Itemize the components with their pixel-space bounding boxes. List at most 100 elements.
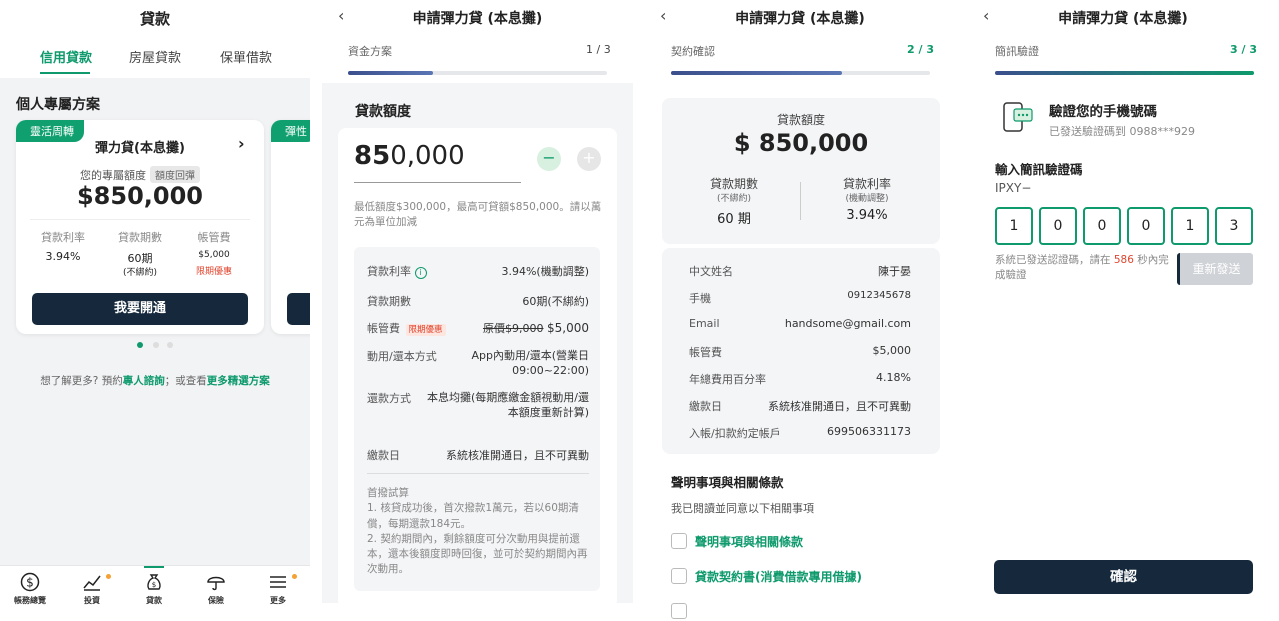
checkbox[interactable] xyxy=(671,603,687,619)
terms-link[interactable]: 聲明事項與相關條款 xyxy=(695,533,803,550)
product-name: 彈力貸(本息攤) xyxy=(95,141,185,156)
nav-loan[interactable]: $ 貸款 xyxy=(124,566,184,606)
info-label: Email xyxy=(689,317,720,330)
term-value: 60 期 xyxy=(717,212,751,227)
contract-checkbox[interactable] xyxy=(671,568,687,584)
progress-fill xyxy=(348,71,434,75)
step-label: 簡訊驗證 xyxy=(995,45,1039,58)
progress-bar xyxy=(995,71,1254,75)
menu-icon xyxy=(270,576,286,588)
step-counter: 2 / 3 xyxy=(907,43,934,56)
tab-credit-loan[interactable]: 信用貸款 xyxy=(40,47,92,66)
contract-link[interactable]: 貸款契約書(消費借款專用借據) xyxy=(695,568,862,585)
terms-checkbox[interactable] xyxy=(671,533,687,549)
carousel-dot[interactable] xyxy=(153,342,159,348)
otp-digit-1[interactable]: 1 xyxy=(995,207,1033,245)
row-label: 還款方式 xyxy=(367,392,411,405)
offer-amount: $850,000 xyxy=(76,182,203,210)
loan-offer-card-next[interactable]: 彈性 xyxy=(271,120,310,334)
apply-step1-screen: ‹ 申請彈力貸 (本息攤) 資金方案 1 / 3 貸款額度 850,000 − … xyxy=(322,0,633,621)
otp-digit-6[interactable]: 3 xyxy=(1215,207,1253,245)
active-nav-indicator xyxy=(144,566,164,568)
otp-prefix: IPXY− xyxy=(995,181,1032,195)
progress-fill xyxy=(671,71,842,75)
loan-home-screen: 貸款 信用貸款 房屋貸款 保單借款 個人專屬方案 靈活周轉 彈力貸(本息攤) ›… xyxy=(0,0,310,621)
amount-digits-rest: 0,000 xyxy=(390,141,465,171)
progress-bar xyxy=(671,71,930,75)
otp-digit-4[interactable]: 0 xyxy=(1127,207,1165,245)
progress-bar xyxy=(348,71,607,75)
apply-step3-screen: ‹ 申請彈力貸 (本息攤) 簡訊驗證 3 / 3 驗證您的手機號碼 已發送驗證碼… xyxy=(967,0,1279,621)
activate-button[interactable]: 我要開通 xyxy=(32,293,248,325)
countdown-text: 系統已發送認證碼，請在 586 秒內完成驗證 xyxy=(995,254,1169,281)
info-value: handsome@gmail.com xyxy=(784,317,911,330)
nav-more[interactable]: 更多 xyxy=(248,572,308,606)
increase-button[interactable]: + xyxy=(577,147,601,171)
info-value: 4.18% xyxy=(876,371,911,384)
page-title: 申請彈力貸 (本息攤) xyxy=(1058,11,1188,27)
step-label: 資金方案 xyxy=(348,45,392,58)
rate-label: 貸款利率 xyxy=(842,177,891,191)
nav-accounts[interactable]: $ 帳務總覽 xyxy=(0,572,60,606)
countdown-seconds: 586 xyxy=(1113,254,1134,266)
notification-dot xyxy=(292,574,297,579)
amount-input[interactable]: 850,000 xyxy=(354,141,465,171)
input-underline xyxy=(354,182,521,183)
stat-fee-sub: 限期優惠 xyxy=(195,267,232,277)
consult-link[interactable]: 專人諮詢 xyxy=(123,375,165,387)
resend-button[interactable]: 重新發送 xyxy=(1177,253,1253,285)
info-value: $5,000 xyxy=(872,344,912,357)
otp-digit-2[interactable]: 0 xyxy=(1039,207,1077,245)
promo-badge: 限期優惠 xyxy=(405,324,446,336)
amount-label: 您的專屬額度 xyxy=(80,169,146,182)
info-value: 系統核准開通日，且不可異動 xyxy=(768,400,911,413)
nav-insurance[interactable]: 保險 xyxy=(186,572,246,606)
nav-label: 更多 xyxy=(270,596,286,605)
discount-price: $5,000 xyxy=(547,321,589,335)
umbrella-icon xyxy=(207,576,225,591)
tab-policy-loan[interactable]: 保單借款 xyxy=(220,47,272,66)
chart-icon xyxy=(83,575,101,591)
carousel-dot-active[interactable] xyxy=(137,342,143,348)
otp-label: 輸入簡訊驗證碼 xyxy=(995,162,1083,177)
active-tab-indicator xyxy=(40,72,90,74)
nav-invest[interactable]: 投資 xyxy=(62,572,122,606)
tab-mortgage[interactable]: 房屋貸款 xyxy=(129,47,181,66)
original-price: 原價$9,000 xyxy=(483,322,544,335)
stat-fee-label: 帳管費 xyxy=(197,231,231,244)
amount-value: $ 850,000 xyxy=(733,129,869,157)
nav-label: 帳務總覽 xyxy=(14,596,46,605)
rate-sub: (機動調整) xyxy=(845,194,889,204)
notification-dot xyxy=(106,574,111,579)
carousel-dot[interactable] xyxy=(167,342,173,348)
info-label: 繳款日 xyxy=(689,400,722,413)
step-counter: 3 / 3 xyxy=(1230,43,1257,56)
section-title: 貸款額度 xyxy=(355,104,411,120)
term-label: 貸款期數 xyxy=(709,177,758,191)
info-value: 699506331173 xyxy=(827,425,911,438)
stat-rate-label: 貸款利率 xyxy=(41,231,85,244)
moneybag-icon: $ xyxy=(147,574,161,590)
stat-term-value: 60期 xyxy=(127,252,153,265)
otp-digit-5[interactable]: 1 xyxy=(1171,207,1209,245)
step-label: 契約確認 xyxy=(671,45,715,58)
row-label: 動用/還本方式 xyxy=(367,350,437,363)
amount-pill: 額度回彈 xyxy=(150,166,200,183)
more-plans-link[interactable]: 更多精選方案 xyxy=(207,375,270,387)
loan-offer-card[interactable]: 靈活周轉 彈力貸(本息攤) › 您的專屬額度 額度回彈 $850,000 貸款利率… xyxy=(16,120,264,334)
row-value: 系統核准開通日，且不可異動 xyxy=(446,449,589,462)
bottom-help-text: 想了解更多? 預約專人諮詢；或查看更多精選方案 xyxy=(0,373,310,388)
confirm-button[interactable]: 確認 xyxy=(994,560,1253,594)
chevron-right-icon[interactable]: › xyxy=(238,134,245,153)
step-counter: 1 / 3 xyxy=(586,43,611,56)
card2-button[interactable] xyxy=(287,293,310,325)
otp-digit-3[interactable]: 0 xyxy=(1083,207,1121,245)
apply-step2-screen: ‹ 申請彈力貸 (本息攤) 契約確認 2 / 3 貸款額度 $ 850,000 … xyxy=(645,0,955,621)
decrease-button[interactable]: − xyxy=(537,147,561,171)
stat-term-sub: (不綁約) xyxy=(122,268,158,278)
info-icon[interactable]: i xyxy=(414,267,427,279)
dollar-icon: $ xyxy=(20,572,40,592)
row-label: 貸款利率 i xyxy=(367,263,427,279)
verify-title: 驗證您的手機號碼 xyxy=(1049,104,1157,120)
help-prefix: 想了解更多? 預約 xyxy=(40,375,123,387)
